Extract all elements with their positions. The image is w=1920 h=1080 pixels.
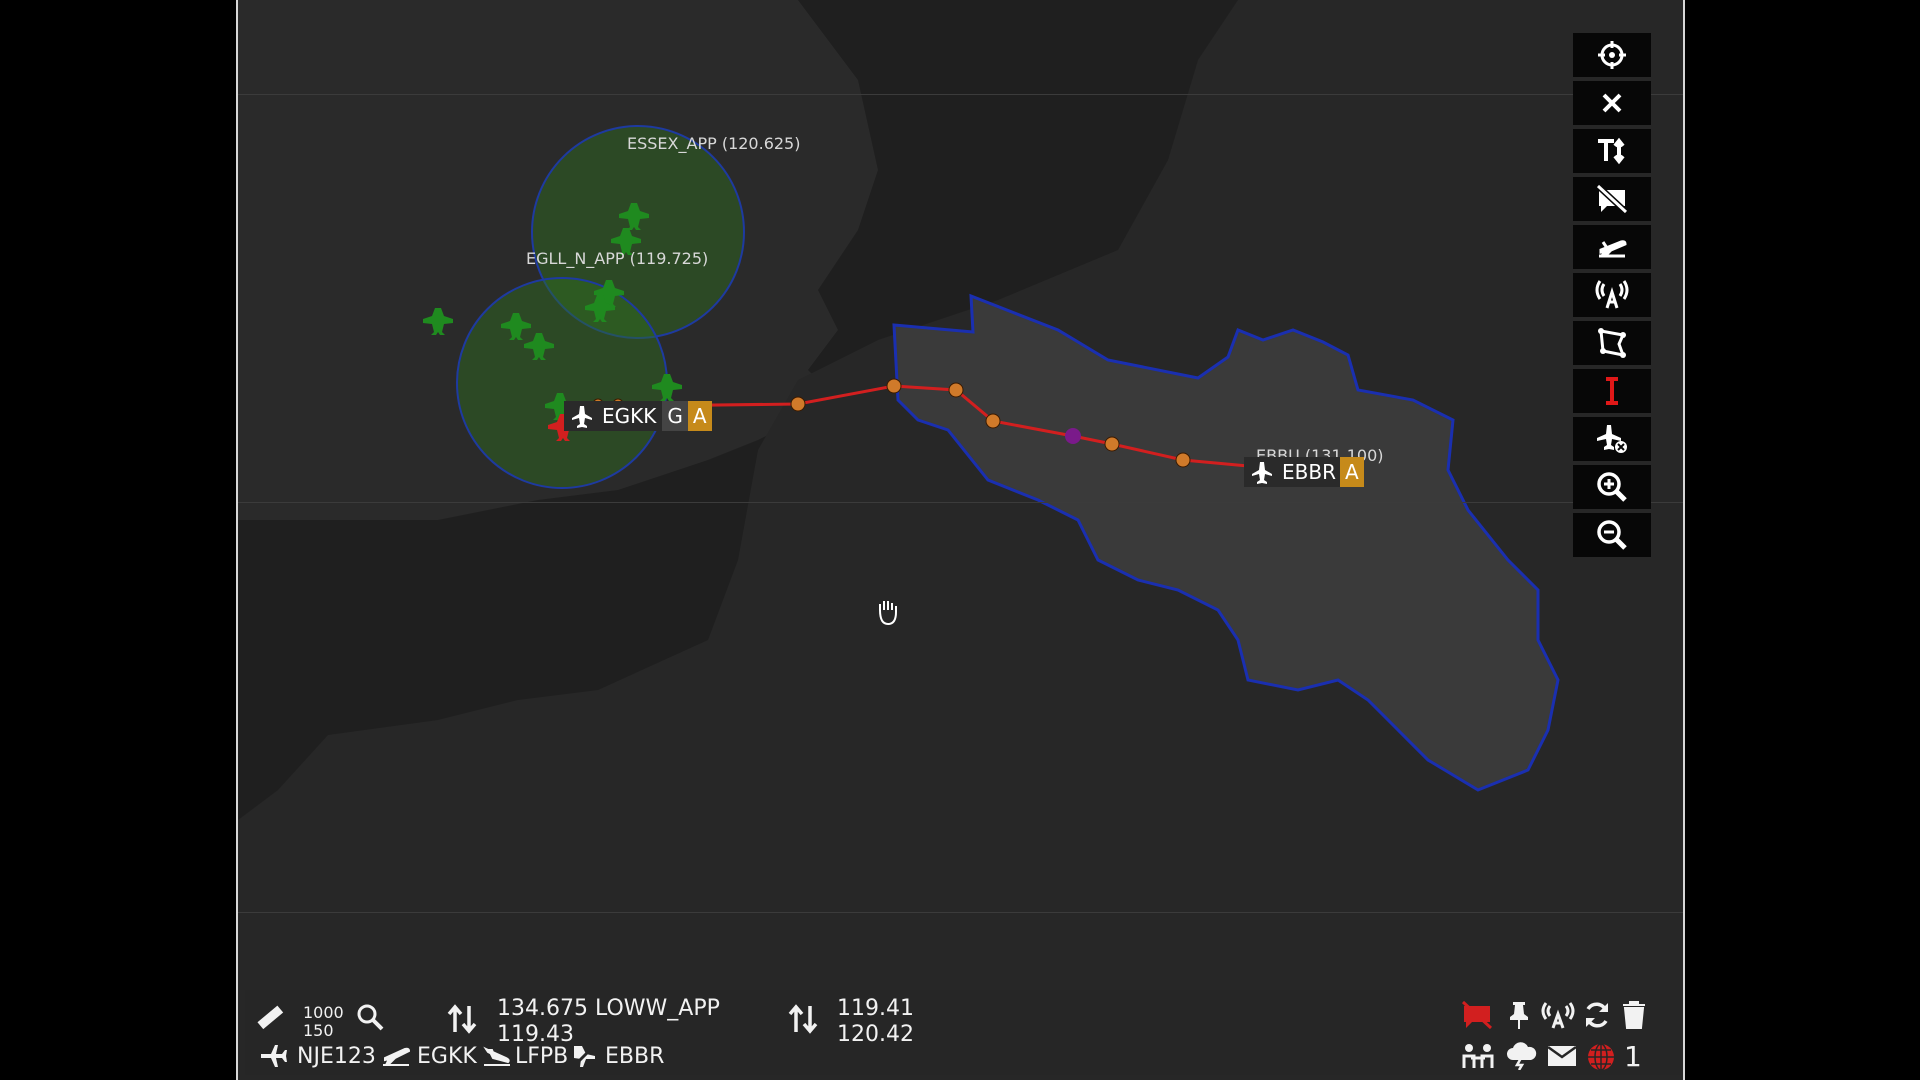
hide-labels-icon[interactable] — [1461, 1000, 1493, 1030]
departure-icon — [1599, 240, 1627, 258]
com2-swap-icon[interactable] — [788, 1002, 818, 1036]
atc-antenna-button[interactable] — [1573, 273, 1651, 317]
text-size-icon — [1598, 137, 1625, 165]
map-canvas[interactable] — [238, 0, 1685, 1080]
zoom-out-icon — [1597, 520, 1627, 550]
departure-airport-tag[interactable]: EGKK G A — [564, 401, 712, 431]
zoom-in-button[interactable] — [1573, 465, 1651, 509]
weather-icon[interactable] — [1505, 1042, 1539, 1070]
refresh-icon[interactable] — [1582, 1000, 1612, 1030]
airplane-icon — [572, 406, 592, 428]
notification-count[interactable]: 1 — [1624, 1040, 1642, 1073]
arrival-icon — [571, 1043, 597, 1069]
tag-flag-a: A — [687, 401, 712, 431]
hide-labels-button[interactable] — [1573, 177, 1651, 221]
mail-icon[interactable] — [1547, 1044, 1577, 1068]
center-icon — [1598, 41, 1626, 69]
tag-flag-a: A — [1339, 457, 1364, 487]
airplane-icon — [1252, 462, 1272, 484]
callsign-airplane-icon — [261, 1045, 287, 1067]
sector-label-essex[interactable]: ESSEX_APP (120.625) — [627, 134, 800, 153]
altitude-bottom: 150 — [303, 1021, 334, 1040]
departure-button[interactable] — [1573, 225, 1651, 269]
com2-standby-frequency[interactable]: 120.42 — [837, 1022, 914, 1048]
alternate-airport[interactable]: LFPB — [515, 1044, 568, 1070]
tag-flag-g: G — [662, 401, 688, 431]
search-icon[interactable] — [355, 1002, 385, 1032]
text-cursor-button[interactable] — [1573, 369, 1651, 413]
pin-icon[interactable] — [1505, 1000, 1533, 1030]
ruler-icon[interactable] — [255, 1002, 285, 1032]
globe-icon[interactable] — [1586, 1042, 1616, 1072]
remove-aircraft-icon — [1597, 425, 1627, 453]
status-bar: 1000 150 134.675 LOWW_APP 119.43 119.41 … — [245, 990, 1681, 1075]
arrival-airport-tag[interactable]: EBBR A — [1244, 457, 1364, 487]
com1-active-frequency[interactable]: 134.675 LOWW_APP — [497, 996, 720, 1022]
egll-n-app-sector — [456, 277, 668, 489]
map-view[interactable]: ESSEX_APP (120.625) EGLL_N_APP (119.725)… — [236, 0, 1685, 1080]
screen: ESSEX_APP (120.625) EGLL_N_APP (119.725)… — [0, 0, 1920, 1080]
remove-aircraft-button[interactable] — [1573, 417, 1651, 461]
map-grid-line — [238, 912, 1683, 913]
text-size-button[interactable] — [1573, 129, 1651, 173]
crew-icon[interactable] — [1461, 1042, 1495, 1070]
top-of-descent-marker — [1065, 428, 1081, 444]
arrival-airport[interactable]: EBBR — [605, 1044, 664, 1070]
atc-antenna-icon — [1595, 280, 1629, 309]
departure-callsign: EGKK — [602, 404, 657, 428]
arrival-callsign: EBBR — [1282, 460, 1336, 484]
com1-swap-icon[interactable] — [447, 1002, 477, 1036]
hide-labels-icon — [1595, 183, 1629, 215]
center-button[interactable] — [1573, 33, 1651, 77]
callsign[interactable]: NJE123 — [297, 1044, 376, 1070]
map-grid-line — [238, 502, 1683, 503]
map-area-icon — [1598, 328, 1626, 358]
map-grid-line — [238, 94, 1683, 95]
trash-icon[interactable] — [1621, 1000, 1647, 1030]
altitude-top: 1000 — [303, 1003, 344, 1022]
departure-airport[interactable]: EGKK — [417, 1044, 477, 1070]
map-area-button[interactable] — [1573, 321, 1651, 365]
close-button[interactable] — [1573, 81, 1651, 125]
cursor-icon — [1606, 377, 1618, 405]
com2-active-frequency[interactable]: 119.41 — [837, 996, 914, 1022]
atc-antenna-icon[interactable] — [1541, 1000, 1575, 1030]
alternate-icon — [483, 1046, 510, 1066]
zoom-out-button[interactable] — [1573, 513, 1651, 557]
map-toolbar — [1573, 33, 1651, 561]
zoom-in-icon — [1597, 472, 1627, 502]
close-icon — [1602, 93, 1622, 113]
sector-label-egll[interactable]: EGLL_N_APP (119.725) — [526, 249, 708, 268]
departure-icon — [383, 1047, 411, 1066]
